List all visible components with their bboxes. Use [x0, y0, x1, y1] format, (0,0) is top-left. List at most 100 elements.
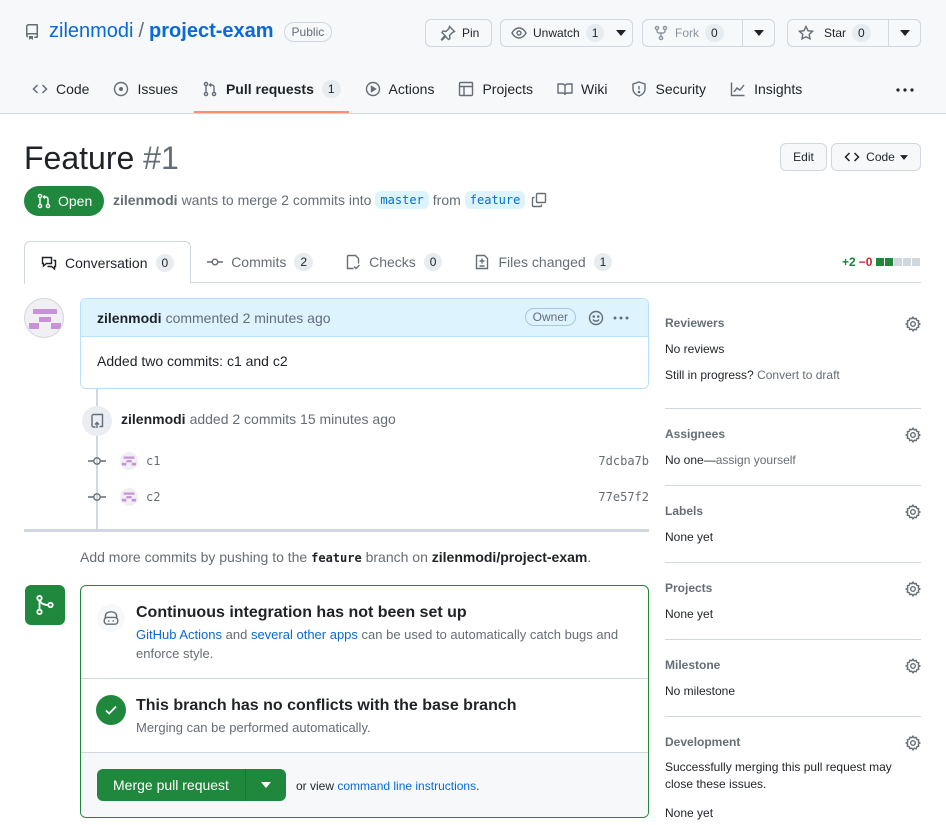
push-hint-repo-link[interactable]: zilenmodi/project-exam: [432, 549, 588, 565]
labels-heading[interactable]: Labels: [665, 504, 703, 518]
pr-meta: zilenmodi wants to merge 2 commits into …: [113, 189, 547, 211]
fork-dropdown[interactable]: [742, 20, 774, 46]
sidebar-projects: Projects None yet: [665, 563, 921, 640]
tab-checks[interactable]: Checks 0: [329, 241, 458, 283]
tab-commits[interactable]: Commits 2: [191, 241, 329, 283]
more-menu-button[interactable]: [890, 78, 920, 102]
star-icon: [798, 25, 814, 41]
gear-icon[interactable]: [905, 427, 921, 443]
comment-author-link[interactable]: zilenmodi: [97, 310, 162, 326]
tab-projects[interactable]: Projects: [450, 66, 541, 112]
fork-button[interactable]: Fork 0: [642, 19, 775, 47]
commit-icon: [207, 258, 224, 266]
tab-files-changed-label: Files changed: [498, 254, 586, 270]
other-apps-link[interactable]: several other apps: [251, 627, 358, 642]
tab-files-changed[interactable]: Files changed 1: [458, 241, 628, 283]
reviewers-heading[interactable]: Reviewers: [665, 316, 724, 330]
git-merge-icon: [36, 595, 54, 615]
pr-author-link[interactable]: zilenmodi: [113, 192, 178, 208]
sidebar-labels: Labels None yet: [665, 486, 921, 563]
diffstat-block: [912, 258, 921, 266]
files-changed-count: 1: [593, 253, 613, 271]
github-actions-link[interactable]: GitHub Actions: [136, 627, 222, 642]
kebab-horizontal-icon[interactable]: [613, 316, 629, 320]
table-icon: [459, 81, 474, 97]
gear-icon[interactable]: [905, 658, 921, 674]
tab-insights[interactable]: Insights: [722, 66, 810, 112]
tab-pull-requests[interactable]: Pull requests 1: [193, 66, 349, 113]
code-icon: [844, 152, 860, 162]
merge-button-group: Merge pull request: [97, 769, 286, 801]
assignees-heading[interactable]: Assignees: [665, 427, 725, 441]
commit-message-link[interactable]: c2: [146, 490, 598, 504]
command-line-instructions-link[interactable]: command line instructions: [337, 779, 476, 793]
tab-commits-label: Commits: [231, 254, 287, 270]
gear-icon[interactable]: [905, 735, 921, 751]
tab-actions[interactable]: Actions: [357, 66, 443, 112]
ci-description: GitHub Actions and several other apps ca…: [136, 625, 626, 663]
sidebar-assignees: Assignees No one—assign yourself: [665, 409, 921, 486]
merge-method-dropdown[interactable]: [245, 769, 286, 801]
repo-icon: [25, 23, 38, 40]
labels-value: None yet: [665, 530, 714, 544]
commit-row: c2 77e57f2: [88, 487, 649, 507]
code-dropdown-button[interactable]: Code: [831, 143, 921, 171]
smiley-icon[interactable]: [588, 310, 604, 326]
commits-count: 2: [294, 253, 314, 271]
star-button[interactable]: Star 0: [787, 19, 921, 47]
star-count: 0: [852, 24, 871, 42]
comment-discussion-icon: [41, 256, 57, 270]
avatar[interactable]: [120, 488, 138, 506]
tab-actions-label: Actions: [388, 81, 435, 97]
diffstat: +2 −0: [842, 255, 921, 269]
avatar[interactable]: [120, 452, 138, 470]
event-author-link[interactable]: zilenmodi: [121, 411, 186, 427]
tab-code[interactable]: Code: [24, 66, 97, 112]
gear-icon[interactable]: [905, 581, 921, 597]
sidebar-development: Development Successfully merging this pu…: [665, 717, 921, 825]
comment-body: Added two commits: c1 and c2: [97, 353, 288, 369]
assignees-prefix: No one—: [665, 453, 716, 467]
repo-title: zilenmodi / project-exam Public: [24, 20, 333, 43]
tab-security[interactable]: Security: [623, 66, 714, 112]
fork-count: 0: [705, 24, 724, 42]
tab-issues[interactable]: Issues: [105, 66, 185, 112]
merge-actions: Merge pull request or view command line …: [81, 753, 648, 817]
avatar[interactable]: [24, 298, 64, 338]
cli-or-view: or view: [296, 779, 335, 793]
unwatch-button[interactable]: Unwatch 1: [500, 19, 633, 47]
projects-heading[interactable]: Projects: [665, 581, 712, 595]
conflict-section: This branch has no conflicts with the ba…: [81, 679, 648, 753]
development-heading[interactable]: Development: [665, 735, 740, 749]
head-branch[interactable]: feature: [464, 191, 526, 209]
edit-title-button[interactable]: Edit: [780, 143, 827, 171]
copy-icon[interactable]: [531, 192, 547, 208]
commit-sha-link[interactable]: 7dcba7b: [598, 454, 649, 468]
repo-name-link[interactable]: project-exam: [149, 20, 274, 43]
conflict-subtitle: Merging can be performed automatically.: [136, 720, 371, 735]
merge-pull-request-button[interactable]: Merge pull request: [97, 769, 246, 801]
conflict-title: This branch has no conflicts with the ba…: [136, 697, 517, 714]
gear-icon[interactable]: [905, 504, 921, 520]
milestone-heading[interactable]: Milestone: [665, 658, 720, 672]
code-icon: [32, 84, 48, 94]
commit-message-link[interactable]: c1: [146, 454, 598, 468]
check-icon: [105, 705, 117, 715]
gear-icon[interactable]: [905, 316, 921, 332]
tab-conversation-label: Conversation: [65, 254, 148, 271]
repo-owner-link[interactable]: zilenmodi: [49, 20, 133, 43]
tab-wiki[interactable]: Wiki: [549, 66, 615, 112]
merge-box: Continuous integration has not been set …: [80, 585, 649, 818]
assign-yourself-link[interactable]: assign yourself: [716, 453, 796, 467]
convert-to-draft-link[interactable]: Convert to draft: [757, 368, 840, 382]
commit-sha-link[interactable]: 77e57f2: [598, 490, 649, 504]
tab-conversation[interactable]: Conversation 0: [24, 241, 192, 284]
repo-separator: /: [138, 20, 145, 42]
tab-checks-label: Checks: [369, 254, 416, 270]
development-value: None yet: [665, 806, 714, 820]
pin-button[interactable]: Pin: [425, 19, 492, 47]
projects-value: None yet: [665, 607, 714, 621]
chevron-down-icon: [899, 154, 908, 160]
base-branch[interactable]: master: [375, 191, 429, 209]
star-dropdown[interactable]: [888, 20, 920, 46]
